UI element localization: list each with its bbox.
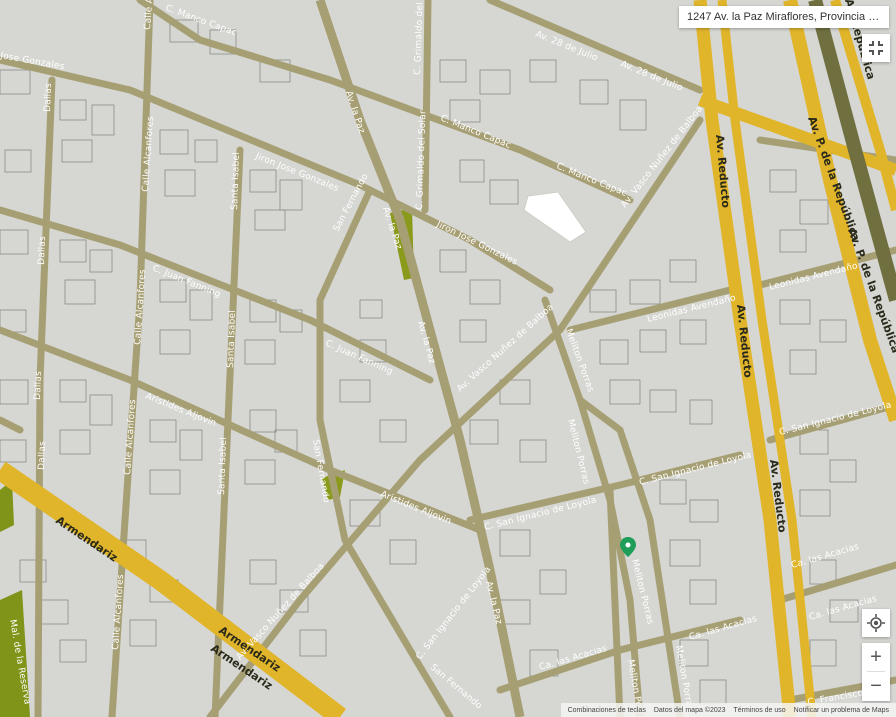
- fullscreen-exit-icon: [869, 41, 883, 55]
- keyboard-shortcuts-link[interactable]: Combinaciones de teclas: [564, 707, 650, 714]
- my-location-icon: [867, 614, 885, 632]
- address-bar[interactable]: 1247 Av. la Paz Miraflores, Provincia de…: [679, 6, 889, 28]
- fullscreen-button[interactable]: [862, 34, 890, 62]
- street-label: Dallas: [37, 236, 48, 265]
- terms-link[interactable]: Términos de uso: [730, 707, 790, 714]
- report-problem-link[interactable]: Notificar un problema de Maps: [790, 707, 893, 714]
- zoom-in-button[interactable]: +: [862, 643, 890, 671]
- street-label: Dallas: [33, 371, 44, 400]
- my-location-button[interactable]: [862, 609, 890, 637]
- street-label: Dallas: [37, 441, 48, 470]
- street-label: Dallas: [43, 83, 54, 112]
- street-label: Santa Isabel: [230, 152, 242, 210]
- street-label: Santa Isabel: [226, 310, 238, 368]
- zoom-control: + −: [862, 643, 890, 701]
- map-canvas[interactable]: Av. 28 de Julio Av. 28 de Julio Av. Redu…: [0, 0, 896, 717]
- map-footer: Combinaciones de teclas Datos del mapa ©…: [560, 703, 896, 717]
- street-label: Santa Isabel: [217, 437, 229, 495]
- map-svg[interactable]: Av. 28 de Julio Av. 28 de Julio Av. Redu…: [0, 0, 896, 717]
- zoom-out-button[interactable]: −: [862, 672, 890, 700]
- map-data-attribution: Datos del mapa ©2023: [653, 706, 726, 714]
